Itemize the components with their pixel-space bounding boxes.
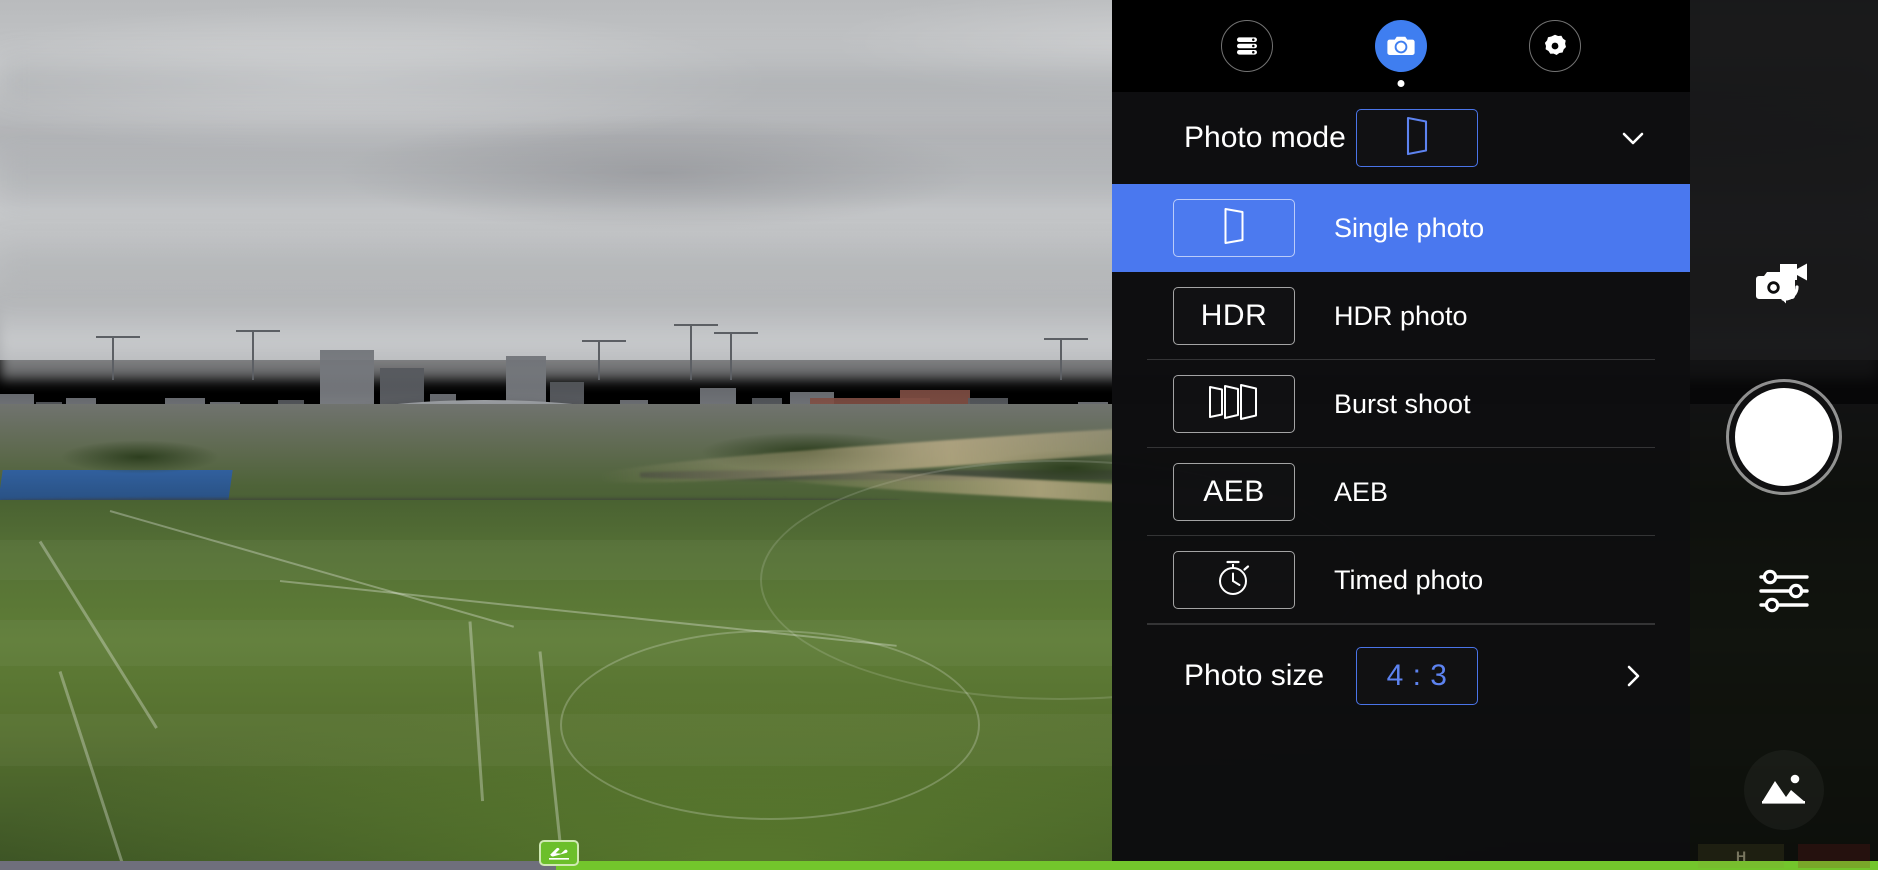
hdr-chip-text: HDR [1200,299,1268,332]
camera-video-switch-button[interactable] [1748,256,1820,314]
telemetry-warning-strip [1798,844,1870,868]
photo-settings-panel: Photo mode Single photo HDR HDR photo Bu… [1112,92,1690,870]
aeb-chip-text: AEB [1203,475,1265,508]
photo-mode-option-timed[interactable]: Timed photo [1112,536,1690,624]
gear-icon [1541,32,1569,60]
hdr-text-icon: HDR [1173,287,1295,345]
single-photo-icon [1220,206,1248,251]
gallery-button[interactable] [1744,750,1824,830]
tab-media-library[interactable] [1221,20,1273,72]
stopwatch-icon [1213,556,1255,605]
photo-mode-option-label: Timed photo [1334,564,1484,595]
tab-camera[interactable] [1375,20,1427,87]
gallery-image-icon [1760,771,1808,809]
chevron-right-icon[interactable] [1618,661,1648,691]
chevron-down-icon[interactable] [1618,123,1648,153]
burst-photo-option-chip [1173,375,1295,433]
photo-mode-option-label: Single photo [1334,212,1485,243]
photo-size-value-chip[interactable]: 4 : 3 [1356,647,1478,705]
photo-mode-option-burst[interactable]: Burst shoot [1112,360,1690,448]
single-photo-option-chip [1173,199,1295,257]
telemetry-home-badge: H [1698,844,1784,868]
drone-marker-icon[interactable] [539,840,579,866]
photo-mode-option-label: AEB [1334,476,1389,507]
aeb-text-icon: AEB [1173,463,1295,521]
shutter-button[interactable] [1729,382,1839,492]
media-library-icon [1232,31,1262,61]
photo-mode-option-label: Burst shoot [1334,388,1471,419]
photo-mode-option-hdr[interactable]: HDR HDR photo [1112,272,1690,360]
photo-mode-header[interactable]: Photo mode [1112,92,1690,184]
timed-photo-option-chip [1173,551,1295,609]
row-divider [1147,624,1655,625]
photo-mode-option-aeb[interactable]: AEB AEB [1112,448,1690,536]
flight-progress-bar[interactable] [0,840,1878,870]
exposure-settings-button[interactable] [1752,562,1816,620]
photo-size-value: 4 : 3 [1386,659,1448,692]
burst-photo-icon [1205,382,1263,427]
photo-mode-option-single[interactable]: Single photo [1112,184,1690,272]
flight-track-remaining [556,861,1878,870]
photo-size-label: Photo size [1184,659,1325,692]
drone-camera-app: H Photo mode Single photo HDR HDR photo … [0,0,1878,870]
photo-mode-option-label: HDR photo [1334,300,1468,331]
camera-icon [1385,30,1417,62]
photo-mode-current-value-chip[interactable] [1356,109,1478,167]
sliders-icon [1755,565,1813,617]
camera-video-switch-icon [1752,258,1816,312]
active-tab-indicator-dot [1397,80,1405,87]
camera-tab-bar [1112,0,1690,92]
photo-mode-label: Photo mode [1184,121,1346,154]
tab-settings[interactable] [1529,20,1581,72]
photo-size-row[interactable]: Photo size 4 : 3 [1112,624,1690,728]
flight-track-elapsed [0,861,556,870]
single-photo-icon [1402,115,1432,162]
camera-control-rail [1690,0,1878,870]
